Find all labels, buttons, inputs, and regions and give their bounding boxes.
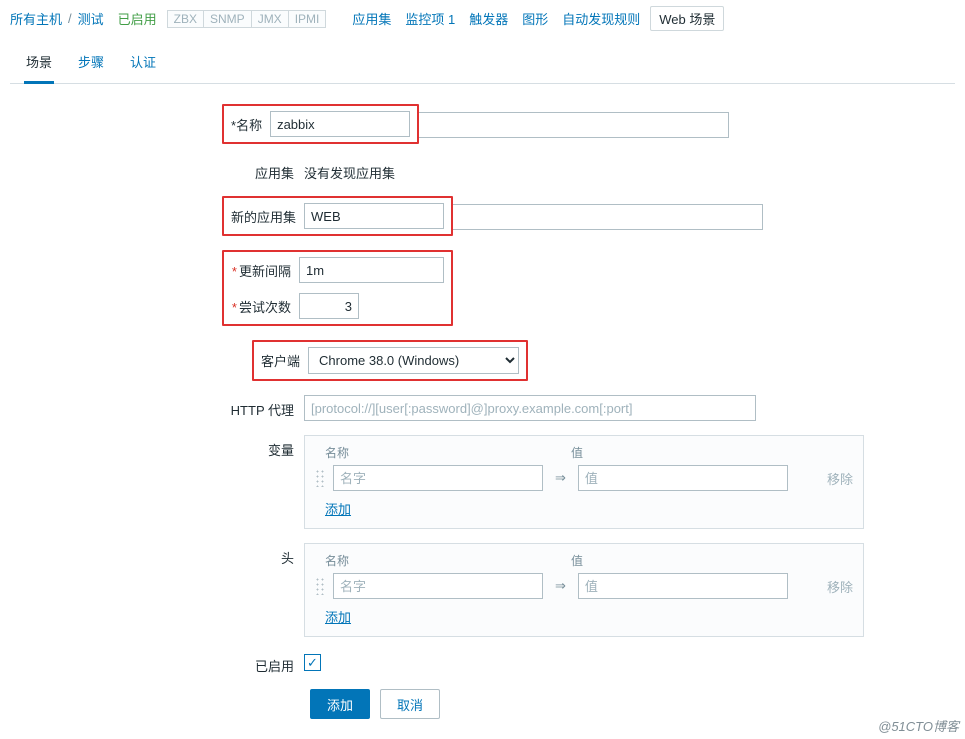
add-button[interactable]: 添加 [310,689,370,719]
name-input-inside-highlight[interactable] [270,111,410,137]
header-add-link[interactable]: 添加 [325,610,351,625]
tab-scenario[interactable]: 场景 [24,46,54,84]
breadcrumb-separator: / [68,11,72,26]
header-remove-link[interactable]: 移除 [827,577,853,596]
drag-handle-icon[interactable] [315,469,325,487]
name-label: 名称 [236,118,262,133]
variable-add-link[interactable]: 添加 [325,502,351,517]
interval-label: 更新间隔 [239,264,291,279]
tabs: 场景 步骤 认证 [10,45,955,84]
arrow-icon: ⇒ [551,470,570,486]
tab-auth[interactable]: 认证 [128,46,158,84]
variables-box: 名称 值 ⇒ 移除 添加 [304,435,864,529]
variables-label: 变量 [268,443,294,458]
cancel-button[interactable]: 取消 [380,689,440,719]
agent-label: 客户端 [261,351,300,370]
drag-handle-icon[interactable] [315,577,325,595]
chip-zbx[interactable]: ZBX [167,10,204,28]
highlight-agent: 客户端 Chrome 38.0 (Windows) [252,340,528,381]
app-none-text: 没有发现应用集 [304,158,395,182]
variables-col-value: 值 [547,444,583,461]
enabled-checkbox[interactable]: ✓ [304,654,321,671]
nav-items[interactable]: 监控项 1 [401,7,459,30]
header-name-input[interactable] [333,573,543,599]
nav-web-scenarios[interactable]: Web 场景 [650,6,724,31]
breadcrumb-all-hosts[interactable]: 所有主机 [10,9,62,28]
proxy-input[interactable] [304,395,756,421]
watermark: @51CTO博客 [878,716,959,735]
header-value-input[interactable] [578,573,788,599]
variable-name-input[interactable] [333,465,543,491]
variable-remove-link[interactable]: 移除 [827,469,853,488]
retries-label: 尝试次数 [239,300,291,315]
highlight-newapp: 新的应用集 [222,196,453,236]
headers-row: ⇒ 移除 [315,573,853,599]
headers-col-name: 名称 [315,552,547,569]
host-status: 已启用 [118,9,157,28]
scenario-form: *名称 应用集 没有发现应用集 新的应用集 *更新间隔 [0,84,965,739]
nav-applications[interactable]: 应用集 [348,7,395,30]
headers-col-value: 值 [547,552,583,569]
headers-box: 名称 值 ⇒ 移除 添加 [304,543,864,637]
nav-discovery[interactable]: 自动发现规则 [558,7,644,30]
newapp-input[interactable] [453,204,763,230]
interval-input[interactable] [299,257,444,283]
variables-col-name: 名称 [315,444,547,461]
proxy-label: HTTP 代理 [231,403,294,418]
enabled-label: 已启用 [255,659,294,674]
chip-jmx[interactable]: JMX [251,10,289,28]
retries-input[interactable] [299,293,359,319]
highlight-name: *名称 [222,104,419,144]
variables-row: ⇒ 移除 [315,465,853,491]
top-navbar: 所有主机 / 测试 已启用 ZBX SNMP JMX IPMI 应用集 监控项 … [0,0,965,31]
variable-value-input[interactable] [578,465,788,491]
name-input[interactable] [419,112,729,138]
highlight-interval-retries: *更新间隔 *尝试次数 [222,250,453,326]
chip-snmp[interactable]: SNMP [203,10,252,28]
breadcrumb-host[interactable]: 测试 [78,9,104,28]
nav-graphs[interactable]: 图形 [518,7,552,30]
newapp-label: 新的应用集 [231,207,296,226]
chip-ipmi[interactable]: IPMI [288,10,327,28]
app-label: 应用集 [255,166,294,181]
nav-triggers[interactable]: 触发器 [465,7,512,30]
newapp-input-left[interactable] [304,203,444,229]
tab-steps[interactable]: 步骤 [76,46,106,84]
headers-label: 头 [281,551,294,566]
arrow-icon: ⇒ [551,578,570,594]
agent-select[interactable]: Chrome 38.0 (Windows) [308,347,519,374]
